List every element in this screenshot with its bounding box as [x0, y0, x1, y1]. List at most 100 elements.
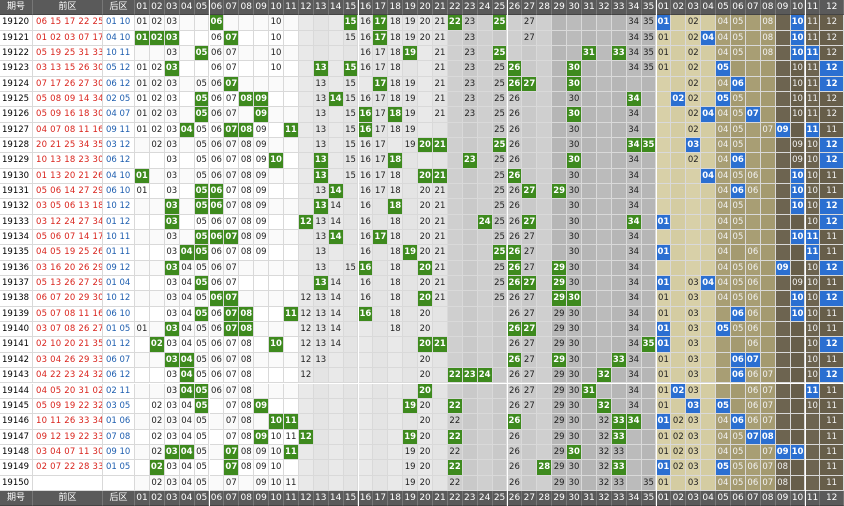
back-cell: 10 — [790, 291, 806, 307]
front-cell: 30 — [567, 352, 582, 369]
back-cell: 04 — [716, 230, 731, 246]
header-col-top: 27 — [522, 0, 538, 16]
front-cell — [537, 199, 553, 215]
front-cell — [462, 199, 478, 215]
front-cell: 20 — [418, 184, 433, 200]
row-period: 19146 — [0, 414, 33, 430]
front-cell — [596, 46, 612, 62]
front-cell — [179, 61, 195, 77]
row-period: 19129 — [0, 153, 33, 169]
front-cell — [477, 61, 493, 77]
header-col-top: 26 — [507, 0, 523, 16]
front-cell: 07 — [224, 61, 240, 77]
front-cell: 20 — [418, 444, 433, 461]
back-cell — [760, 184, 776, 200]
front-cell: 26 — [507, 276, 523, 292]
front-cell: 03 — [164, 398, 180, 415]
front-cell — [462, 429, 478, 445]
front-cell: 25 — [492, 276, 508, 292]
front-cell — [611, 245, 627, 261]
back-cell — [775, 276, 791, 292]
front-cell: 05 — [194, 337, 210, 353]
row-front-numbers: 04 05 20 31 02 11 — [33, 383, 103, 399]
front-cell — [239, 475, 255, 491]
front-cell: 08 — [239, 352, 255, 369]
back-cell — [701, 184, 717, 200]
front-cell: 14 — [328, 214, 344, 231]
front-cell: 06 — [209, 30, 225, 46]
front-cell — [611, 122, 627, 139]
front-cell: 18 — [388, 122, 404, 139]
front-cell: 29 — [552, 337, 568, 353]
back-cell: 02 — [671, 383, 687, 399]
back-cell: 05 — [731, 230, 746, 246]
header-col-bottom: 15 — [343, 490, 359, 506]
front-cell — [641, 398, 657, 415]
front-cell: 21 — [433, 184, 448, 200]
back-cell: 12 — [820, 199, 844, 215]
back-cell — [656, 199, 672, 215]
front-cell — [284, 260, 299, 277]
back-cell: 05 — [731, 122, 746, 139]
front-cell — [149, 260, 165, 277]
front-cell — [358, 414, 374, 430]
front-cell: 13 — [313, 245, 329, 261]
front-cell: 25 — [492, 122, 508, 139]
front-cell — [596, 92, 612, 108]
front-cell: 34 — [626, 245, 642, 261]
back-cell: 05 — [731, 168, 746, 185]
front-cell: 29 — [552, 368, 568, 384]
front-cell — [328, 61, 344, 77]
front-cell: 08 — [239, 168, 255, 185]
front-cell: 13 — [313, 306, 329, 323]
header-col-top: 25 — [492, 0, 508, 16]
back-cell — [671, 168, 687, 185]
front-cell: 20 — [418, 15, 433, 31]
back-cell — [805, 429, 821, 445]
front-cell: 27 — [522, 15, 538, 31]
back-cell — [701, 352, 717, 369]
front-cell — [611, 184, 627, 200]
front-cell: 05 — [194, 214, 210, 231]
front-cell — [582, 291, 597, 307]
front-cell — [462, 138, 478, 154]
front-cell: 18 — [388, 168, 404, 185]
back-cell: 12 — [820, 260, 844, 277]
front-cell — [641, 444, 657, 461]
front-cell: 34 — [626, 291, 642, 307]
back-cell — [656, 168, 672, 185]
front-cell — [298, 444, 314, 461]
front-cell — [537, 46, 553, 62]
front-cell — [537, 184, 553, 200]
front-cell: 16 — [358, 245, 374, 261]
back-cell — [701, 138, 717, 154]
row-back-numbers: 01 04 — [103, 276, 135, 292]
front-cell — [209, 398, 225, 415]
front-cell: 08 — [239, 245, 255, 261]
front-cell: 26 — [507, 184, 523, 200]
header-col-bottom: 18 — [388, 490, 404, 506]
front-cell: 23 — [462, 76, 478, 93]
front-cell — [596, 184, 612, 200]
front-cell — [135, 214, 150, 231]
front-cell — [537, 92, 553, 108]
back-cell: 05 — [716, 460, 731, 476]
front-cell: 30 — [567, 230, 582, 246]
front-cell: 30 — [567, 475, 582, 491]
back-cell — [686, 245, 702, 261]
front-cell: 22 — [447, 460, 463, 476]
front-cell: 04 — [179, 337, 195, 353]
front-cell: 34 — [626, 214, 642, 231]
back-cell: 05 — [731, 214, 746, 231]
front-cell: 14 — [328, 337, 344, 353]
row-back-numbers: 07 08 — [103, 429, 135, 445]
front-cell: 23 — [462, 30, 478, 46]
front-cell — [313, 46, 329, 62]
front-cell — [343, 337, 359, 353]
row-front-numbers: 01 02 03 07 17 — [33, 30, 103, 46]
back-cell: 12 — [820, 138, 844, 154]
header-col-top: 24 — [477, 0, 493, 16]
back-cell: 10 — [790, 92, 806, 108]
front-cell: 09 — [254, 230, 270, 246]
front-cell — [537, 168, 553, 185]
